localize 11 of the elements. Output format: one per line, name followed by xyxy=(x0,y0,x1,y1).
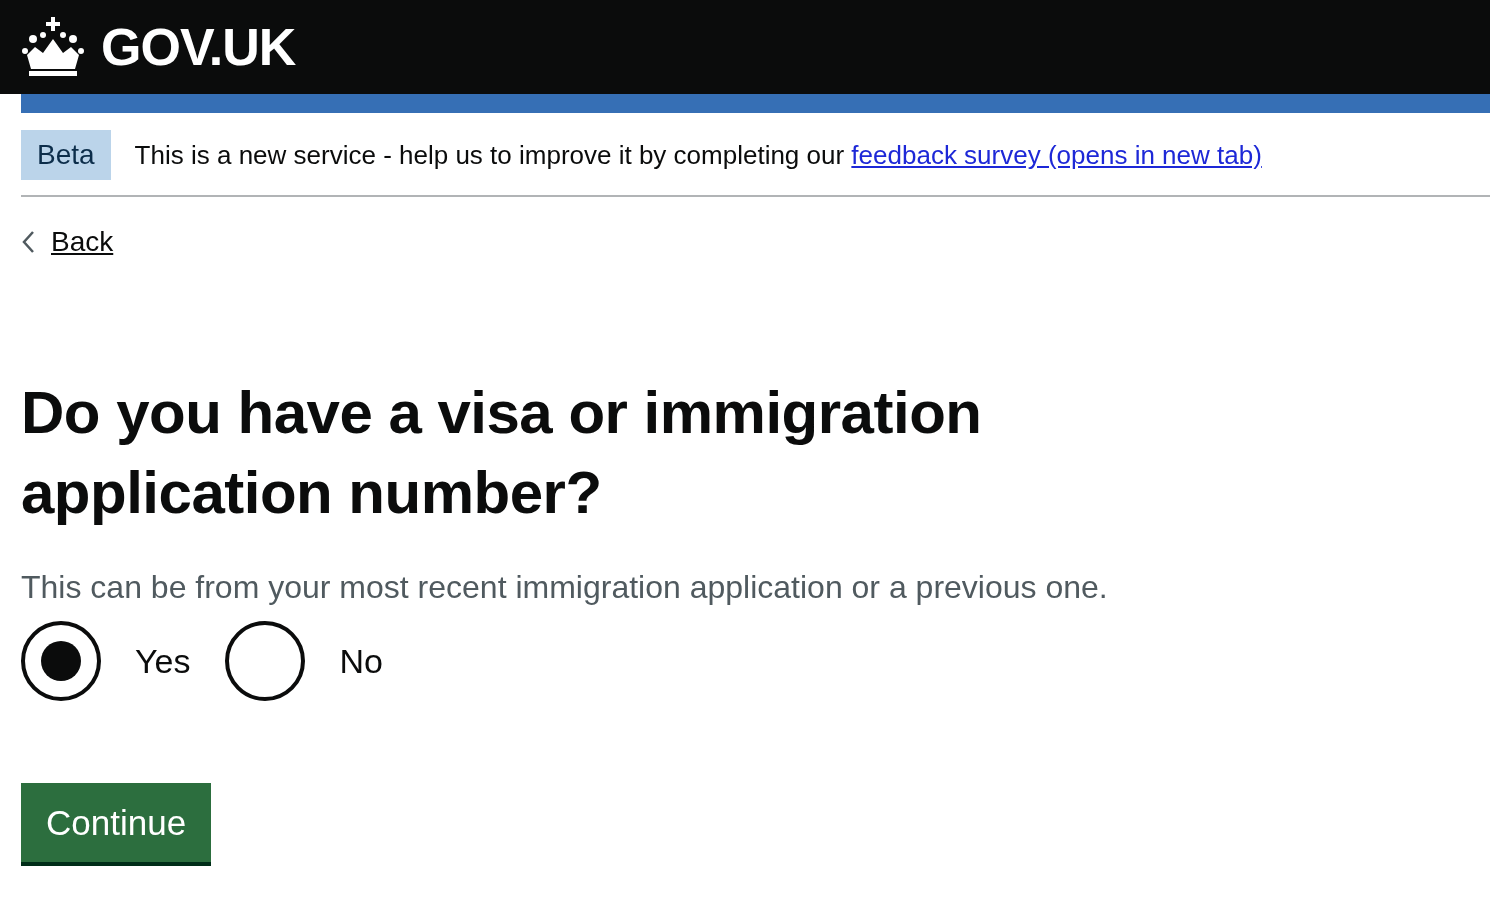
banner-text: This is a new service - help us to improve it by completing our feedback survey (opens in new tab) xyxy=(134,138,1262,172)
phase-tag: Beta xyxy=(21,130,111,180)
feedback-link[interactable]: feedback survey (opens in new tab) xyxy=(851,139,1262,170)
radio-label[interactable]: No xyxy=(305,635,418,687)
crown-icon xyxy=(21,17,85,77)
hint-text: This can be from your most recent immigration application or a previous one. xyxy=(21,568,1109,607)
radio-label[interactable]: Yes xyxy=(101,635,226,687)
back-link[interactable]: Back xyxy=(51,221,114,263)
chevron-left-icon xyxy=(21,230,35,254)
question-heading: Do you have a visa or immigration application number? xyxy=(21,378,983,528)
logo-text[interactable]: GOV.UK xyxy=(101,8,296,86)
